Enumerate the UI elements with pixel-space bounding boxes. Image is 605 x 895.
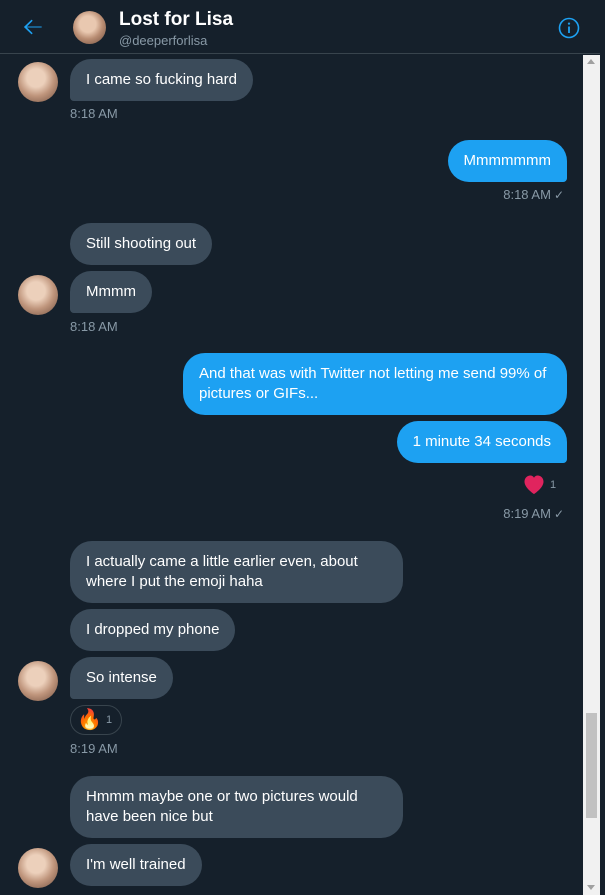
message-timestamp: 8:19 AM (70, 741, 118, 756)
conversation-handle: @deeperforlisa (119, 33, 208, 48)
fire-icon: 🔥 (77, 709, 102, 731)
sender-avatar[interactable] (18, 848, 58, 888)
conversation-name[interactable]: Lost for Lisa (119, 9, 233, 31)
message-bubble-incoming[interactable]: So intense (70, 657, 173, 699)
info-icon[interactable] (557, 16, 581, 40)
message-timestamp: 8:18 AM (70, 319, 118, 334)
scroll-up-arrow-icon[interactable] (587, 59, 595, 64)
message-bubble-incoming[interactable]: Hmmm maybe one or two pictures would hav… (70, 776, 403, 838)
reaction-count: 1 (106, 714, 113, 726)
reaction-count: 1 (550, 479, 557, 491)
message-bubble-incoming[interactable]: I came so fucking hard (70, 59, 253, 101)
sender-avatar[interactable] (18, 275, 58, 315)
reaction-pill[interactable]: 🔥 1 (70, 705, 122, 735)
message-bubble-outgoing[interactable]: 1 minute 34 seconds (396, 421, 567, 463)
message-timestamp: 8:18 AM (70, 106, 118, 121)
message-bubble-incoming[interactable]: I'm well trained (70, 844, 202, 886)
scroll-down-arrow-icon[interactable] (587, 885, 595, 890)
arrow-left-icon[interactable] (20, 14, 46, 40)
message-timestamp: 8:18 AM ✓ (503, 187, 564, 202)
message-bubble-incoming[interactable]: I dropped my phone (70, 609, 236, 651)
message-bubble-incoming[interactable]: Still shooting out (70, 223, 213, 265)
sender-avatar[interactable] (18, 62, 58, 102)
read-receipt-icon: ✓ (553, 188, 564, 202)
message-bubble-incoming[interactable]: Mmmm (70, 271, 152, 313)
heart-icon[interactable] (522, 473, 546, 495)
message-bubble-outgoing[interactable]: And that was with Twitter not letting me… (183, 353, 567, 415)
window-edge (600, 0, 605, 895)
read-receipt-icon: ✓ (553, 507, 564, 521)
message-timestamp: 8:19 AM ✓ (503, 506, 564, 521)
message-bubble-outgoing[interactable]: Mmmmmmm (447, 140, 567, 182)
header-avatar[interactable] (73, 11, 106, 44)
message-bubble-incoming[interactable]: I actually came a little earlier even, a… (70, 541, 403, 603)
scrollbar-thumb[interactable] (586, 713, 597, 818)
conversation-header: Lost for Lisa @deeperforlisa (0, 0, 605, 54)
sender-avatar[interactable] (18, 661, 58, 701)
thread-scrollbar[interactable] (583, 55, 600, 895)
message-thread[interactable]: I came so fucking hard 8:18 AM Mmmmmmm 8… (0, 55, 583, 895)
